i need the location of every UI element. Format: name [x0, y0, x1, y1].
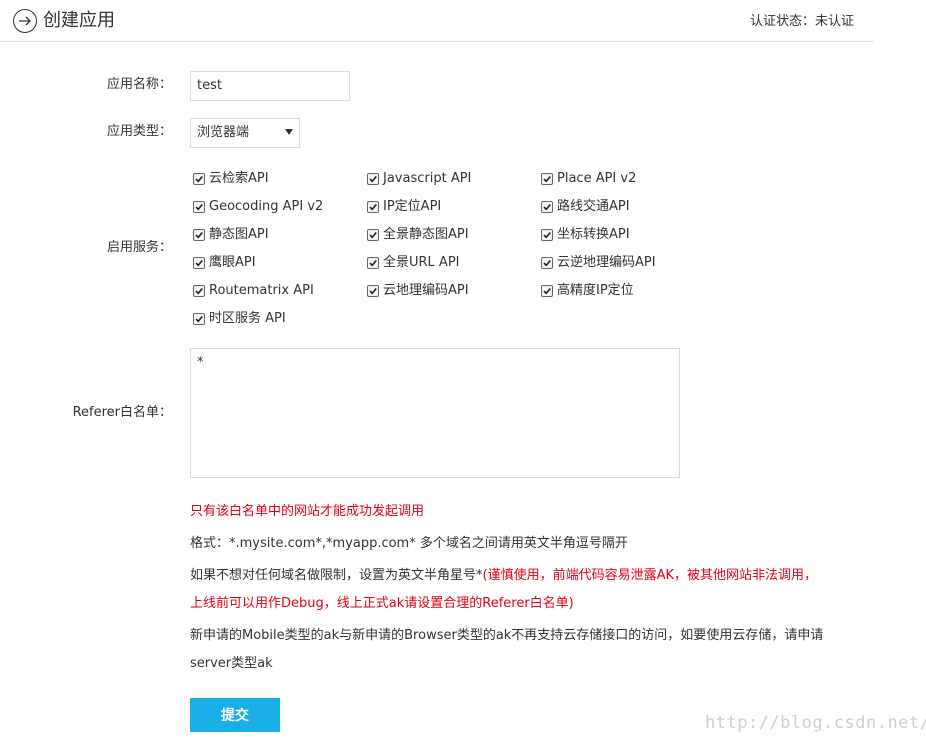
service-label: Geocoding API v2 — [209, 199, 324, 214]
page-header: 创建应用 认证状态：未认证 — [0, 0, 874, 42]
service-label: 全景静态图API — [383, 227, 469, 242]
service-label: 高精度IP定位 — [557, 283, 634, 298]
app-name-label: 应用名称： — [106, 77, 172, 92]
service-label: IP定位API — [383, 199, 442, 214]
certification-status: 认证状态：未认证 — [749, 14, 854, 29]
star-note: 如果不想对任何域名做限制，设置为英文半角星号*(谨慎使用，前端代码容易泄露AK，… — [190, 567, 817, 585]
mobile-ak-note: 新申请的Mobile类型的ak与新申请的Browser类型的ak不再支持云存储接… — [190, 628, 824, 643]
checkbox-checked-icon[interactable] — [193, 257, 205, 269]
checkbox-checked-icon[interactable] — [193, 313, 205, 325]
back-arrow-icon[interactable] — [13, 9, 37, 33]
checkbox-checked-icon[interactable] — [541, 201, 553, 213]
star-note-warning: (谨慎使用，前端代码容易泄露AK，被其他网站非法调用， — [482, 568, 818, 583]
star-note-warning-continued: 上线前可以用作Debug，线上正式ak请设置合理的Referer白名单) — [190, 596, 574, 611]
service-label: 路线交通API — [557, 199, 630, 214]
checkbox-checked-icon[interactable] — [367, 201, 379, 213]
checkbox-checked-icon[interactable] — [193, 201, 205, 213]
submit-button[interactable]: 提交 — [190, 698, 280, 732]
star-note-prefix: 如果不想对任何域名做限制，设置为英文半角星号* — [190, 568, 483, 583]
checkbox-checked-icon[interactable] — [367, 173, 379, 185]
service-label: 坐标转换API — [557, 227, 630, 242]
app-type-selected-value: 浏览器端 — [197, 125, 250, 140]
checkbox-checked-icon[interactable] — [541, 257, 553, 269]
services-label: 启用服务： — [106, 240, 172, 255]
mobile-ak-note-continued: server类型ak — [190, 656, 273, 671]
app-type-select[interactable]: 浏览器端 — [190, 118, 300, 148]
app-name-input[interactable]: test — [190, 71, 350, 101]
referer-label: Referer白名单： — [72, 405, 172, 420]
checkbox-checked-icon[interactable] — [193, 173, 205, 185]
service-label: 云逆地理编码API — [557, 255, 656, 270]
service-label: 鹰眼API — [209, 255, 256, 270]
service-label: 云地理编码API — [383, 283, 469, 298]
format-note: 格式：*.mysite.com*,*myapp.com* 多个域名之间请用英文半… — [190, 536, 628, 551]
service-label: Routematrix API — [209, 283, 314, 298]
service-label: 静态图API — [209, 227, 269, 242]
service-label: Place API v2 — [557, 171, 637, 186]
whitelist-note: 只有该白名单中的网站才能成功发起调用 — [190, 504, 425, 519]
checkbox-checked-icon[interactable] — [367, 229, 379, 241]
checkbox-checked-icon[interactable] — [193, 285, 205, 297]
checkbox-checked-icon[interactable] — [541, 229, 553, 241]
service-label: 时区服务 API — [209, 311, 286, 326]
dropdown-arrow-icon — [285, 129, 293, 135]
service-label: Javascript API — [383, 171, 472, 186]
page-title: 创建应用 — [43, 10, 115, 31]
checkbox-checked-icon[interactable] — [367, 257, 379, 269]
service-label: 全景URL API — [383, 255, 460, 270]
checkbox-checked-icon[interactable] — [541, 285, 553, 297]
app-type-label: 应用类型： — [106, 124, 172, 139]
checkbox-checked-icon[interactable] — [541, 173, 553, 185]
checkbox-checked-icon[interactable] — [367, 285, 379, 297]
service-label: 云检索API — [209, 171, 269, 186]
referer-whitelist-textarea[interactable]: * — [190, 348, 680, 478]
watermark: http://blog.csdn.net/ — [705, 713, 926, 733]
checkbox-checked-icon[interactable] — [193, 229, 205, 241]
